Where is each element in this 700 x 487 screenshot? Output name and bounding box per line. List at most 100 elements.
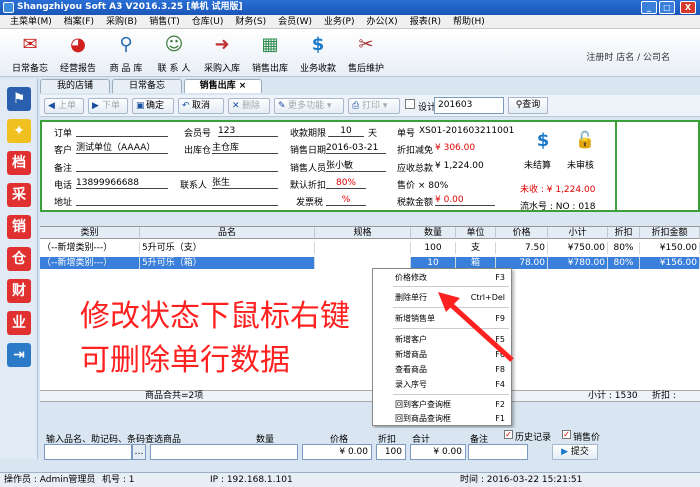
printer-icon: ⎙ xyxy=(352,101,360,111)
member-label: 会员号 xyxy=(184,129,212,139)
credit-days-field[interactable]: 10 xyxy=(328,126,364,137)
default-discount-field[interactable]: 80% xyxy=(326,178,366,189)
menu-archive[interactable]: 档案(F) xyxy=(58,15,100,28)
item-search-input[interactable] xyxy=(44,444,132,460)
item-search-more-button[interactable]: … xyxy=(132,444,146,460)
sales-out-icon: ▦ xyxy=(261,34,279,55)
default-discount-label: 默认折扣 xyxy=(290,181,327,191)
sales-out-button[interactable]: ▦ 销售出库 xyxy=(248,31,292,75)
menu-main[interactable]: 主菜单(M) xyxy=(4,15,58,28)
sidebar-finance-icon[interactable]: 财 xyxy=(7,279,31,303)
sale-date-field[interactable]: 2016-03-21 xyxy=(326,143,386,154)
tab-sales-out[interactable]: 销售出库 × xyxy=(184,79,262,93)
col-price[interactable]: 价格 xyxy=(496,227,548,239)
menu-help[interactable]: 帮助(H) xyxy=(447,15,491,28)
next-doc-button[interactable]: ▶ 下单 xyxy=(88,98,128,114)
machine-status: 机号 : 1 xyxy=(102,475,135,485)
customer-field[interactable]: 测试单位（AAAA） xyxy=(76,143,168,154)
memo-icon: ✉ xyxy=(22,34,38,55)
col-discount[interactable]: 折扣 xyxy=(608,227,640,239)
sale-price-checkbox[interactable]: ✓ xyxy=(562,430,571,439)
col-subtotal[interactable]: 小计 xyxy=(548,227,608,239)
menu-item-goto-product-search[interactable]: 回到商品查询框 F1 xyxy=(373,412,513,425)
tab-close-icon[interactable]: × xyxy=(239,81,247,91)
menu-purchase[interactable]: 采购(B) xyxy=(100,15,143,28)
member-field[interactable]: 123 xyxy=(218,126,278,137)
sidebar-exit-icon[interactable]: ⇥ xyxy=(7,343,31,367)
sidebar-business-icon[interactable]: 业 xyxy=(7,311,31,335)
remark-input[interactable] xyxy=(468,444,528,460)
history-checkbox[interactable]: ✓ xyxy=(504,430,513,439)
col-product[interactable]: 品名 xyxy=(140,227,315,239)
invoice-tax-field[interactable]: % xyxy=(326,195,366,206)
window-titlebar: Shangzhiyou Soft A3 V2016.3.25 [单机 试用版] xyxy=(0,0,700,15)
phone-label: 电话 xyxy=(54,181,73,191)
menu-item-goto-customer-search[interactable]: 回到客户查询框 F2 xyxy=(373,398,513,411)
contact-field[interactable]: 张生 xyxy=(212,178,278,189)
product-library-button[interactable]: ⚲ 商 品 库 xyxy=(104,31,148,75)
price-input[interactable]: ¥ 0.00 xyxy=(302,444,372,460)
total-input[interactable]: ¥ 0.00 xyxy=(410,444,466,460)
after-sales-button[interactable]: ✂ 售后维护 xyxy=(344,31,388,75)
address-field[interactable] xyxy=(76,195,278,206)
prev-doc-button[interactable]: ◀ 上单 xyxy=(44,98,84,114)
warehouse-select[interactable]: 主仓库 xyxy=(212,143,278,154)
sidebar-purchase-icon[interactable]: 采 xyxy=(7,183,31,207)
phone-field[interactable]: 13899966688 xyxy=(76,178,168,189)
menu-sales[interactable]: 销售(T) xyxy=(143,15,186,28)
more-functions-button[interactable]: ✎ 更多功能 ▾ xyxy=(274,98,344,114)
remark-field[interactable] xyxy=(76,161,278,172)
col-spec[interactable]: 规格 xyxy=(315,227,411,239)
query-button[interactable]: ⚲查询 xyxy=(508,97,548,114)
discount-input[interactable]: 100 xyxy=(376,444,406,460)
app-icon xyxy=(3,2,14,13)
order-field[interactable] xyxy=(76,126,168,137)
tab-my-store[interactable]: 我的店铺 xyxy=(40,79,110,93)
table-row[interactable]: （--新增类别---） 5升可乐（支） 100 支 7.50 ¥750.00 8… xyxy=(40,242,700,254)
menu-business[interactable]: 业务(P) xyxy=(318,15,360,28)
minimize-button[interactable]: _ xyxy=(641,1,657,14)
menu-office[interactable]: 办公(X) xyxy=(360,15,403,28)
table-row-selected[interactable]: （--新增类别---） 5升可乐（箱） 10 箱 78.00 ¥780.00 8… xyxy=(40,257,700,269)
salesperson-select[interactable]: 张小敏 xyxy=(326,161,386,172)
doc-search-input[interactable]: 201603 xyxy=(434,97,504,114)
grid-summary: 商品合共=2项 小计 : 1530 折扣 : xyxy=(40,390,700,402)
sidebar-warehouse-icon[interactable]: 仓 xyxy=(7,247,31,271)
design-checkbox[interactable] xyxy=(405,99,415,109)
sidebar-idea-icon[interactable]: ✦ xyxy=(7,119,31,143)
cancel-button[interactable]: ↶ 取消 xyxy=(178,98,224,114)
sidebar-sales-icon[interactable]: 销 xyxy=(7,215,31,239)
print-button[interactable]: ⎙ 打印 ▾ xyxy=(348,98,400,114)
menu-item-edit-price[interactable]: 价格修改 F3 xyxy=(373,271,513,284)
collection-button[interactable]: $ 业务收款 xyxy=(296,31,340,75)
submit-button[interactable]: ▶ 提交 xyxy=(552,444,598,460)
col-qty[interactable]: 数量 xyxy=(411,227,456,239)
tab-daily-memo[interactable]: 日常备忘 xyxy=(112,79,182,93)
unreviewed-label: 未审核 xyxy=(567,161,595,171)
col-unit[interactable]: 单位 xyxy=(456,227,496,239)
contacts-button[interactable]: ☺ 联 系 人 xyxy=(152,31,196,75)
confirm-button[interactable]: ▣确定 xyxy=(132,98,174,114)
purchase-icon: ➜ xyxy=(214,34,230,55)
memo-button[interactable]: ✉ 日常备忘 xyxy=(8,31,52,75)
sidebar-archive-icon[interactable]: 档 xyxy=(7,151,31,175)
maximize-button[interactable]: □ xyxy=(659,1,675,14)
menu-finance[interactable]: 财务(S) xyxy=(229,15,272,28)
purchase-in-button[interactable]: ➜ 采购入库 xyxy=(200,31,244,75)
arrow-right-icon: ▶ xyxy=(92,101,99,111)
menu-item-enter-serial[interactable]: 录入序号 F4 xyxy=(373,378,513,391)
tools-icon: ✂ xyxy=(358,34,374,55)
owed-amount: 未收 : ¥ 1,224.00 xyxy=(520,185,596,195)
window-title: Shangzhiyou Soft A3 V2016.3.25 [单机 试用版] xyxy=(17,2,243,12)
delete-button[interactable]: ✕ 删除 xyxy=(228,98,270,114)
menu-reports[interactable]: 报表(R) xyxy=(404,15,447,28)
col-category[interactable]: 类别 xyxy=(40,227,140,239)
menu-member[interactable]: 会员(W) xyxy=(272,15,318,28)
sidebar-home-icon[interactable]: ⚑ xyxy=(7,87,31,111)
menu-warehouse[interactable]: 仓库(U) xyxy=(186,15,230,28)
undo-icon: ↶ xyxy=(182,101,190,111)
col-discount-amount[interactable]: 折扣金额 xyxy=(640,227,700,239)
report-button[interactable]: ◕ 经营报告 xyxy=(56,31,100,75)
qty-input[interactable] xyxy=(150,444,298,460)
close-button[interactable]: X xyxy=(680,1,696,14)
